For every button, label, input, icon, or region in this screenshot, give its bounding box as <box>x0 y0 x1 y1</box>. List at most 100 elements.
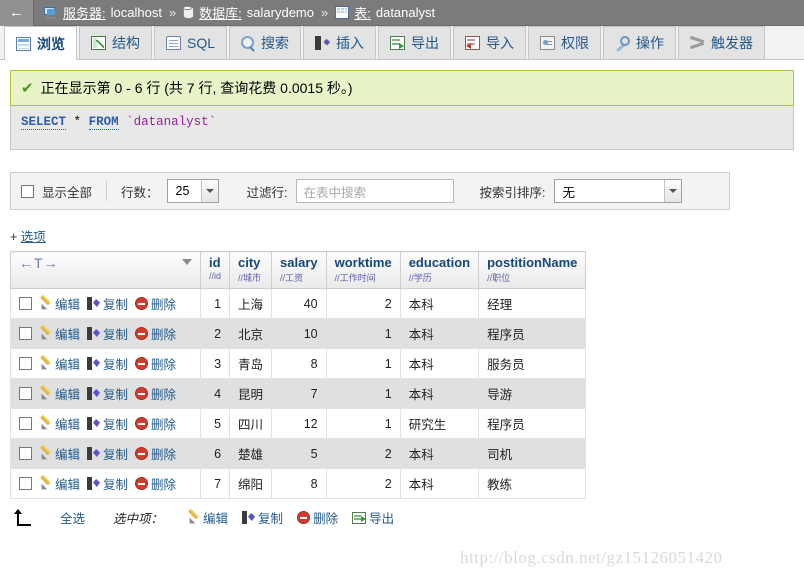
tab-operations[interactable]: 操作 <box>603 26 677 59</box>
cell-worktime[interactable]: 1 <box>325 408 401 439</box>
cell-salary[interactable]: 10 <box>271 318 327 349</box>
row-checkbox[interactable] <box>19 417 32 430</box>
cell-worktime[interactable]: 1 <box>325 378 401 409</box>
cell-postitionname[interactable]: 司机 <box>478 438 587 469</box>
chevron-down-icon-header[interactable] <box>182 259 192 265</box>
cell-city[interactable]: 绵阳 <box>229 468 273 499</box>
cell-postitionname[interactable]: 经理 <box>478 288 587 319</box>
cell-salary[interactable]: 7 <box>271 378 327 409</box>
row-checkbox[interactable] <box>19 477 32 490</box>
cell-postitionname[interactable]: 教练 <box>478 468 587 499</box>
column-header-postitionname[interactable]: postitionName //职位 <box>478 251 587 289</box>
row-action-delete[interactable]: 删除 <box>135 414 176 433</box>
row-action-delete[interactable]: 删除 <box>135 474 176 493</box>
cell-postitionname[interactable]: 服务员 <box>478 348 587 379</box>
cell-salary[interactable]: 5 <box>271 438 327 469</box>
tab-import[interactable]: 导入 <box>453 26 527 59</box>
breadcrumb-item-table[interactable]: 表: datanalyst <box>335 3 435 22</box>
column-header-salary[interactable]: salary //工资 <box>271 251 327 289</box>
footer-export-action[interactable]: 导出 <box>352 508 394 527</box>
row-action-edit[interactable]: 编辑 <box>39 414 80 433</box>
row-action-edit[interactable]: 编辑 <box>39 294 80 313</box>
row-action-edit[interactable]: 编辑 <box>39 444 80 463</box>
cell-education[interactable]: 本科 <box>399 348 480 379</box>
select-all-label[interactable]: 全选 <box>60 508 85 527</box>
row-checkbox[interactable] <box>19 297 32 310</box>
cell-worktime[interactable]: 1 <box>325 318 401 349</box>
row-checkbox[interactable] <box>19 387 32 400</box>
cell-education[interactable]: 研究生 <box>399 408 480 439</box>
row-checkbox[interactable] <box>19 447 32 460</box>
tab-export[interactable]: 导出 <box>378 26 452 59</box>
filter-input[interactable]: 在表中搜索 <box>295 179 454 203</box>
breadcrumb-item-server[interactable]: 服务器: localhost <box>44 3 162 22</box>
cell-id[interactable]: 5 <box>199 408 231 439</box>
row-checkbox[interactable] <box>19 357 32 370</box>
row-action-edit[interactable]: 编辑 <box>39 384 80 403</box>
cell-city[interactable]: 北京 <box>229 318 273 349</box>
sort-index-select[interactable]: 无 <box>553 179 682 203</box>
back-button[interactable]: ← <box>0 0 34 26</box>
tab-search[interactable]: 搜索 <box>229 26 302 59</box>
row-action-copy[interactable]: 复制 <box>87 384 128 403</box>
row-action-copy[interactable]: 复制 <box>87 354 128 373</box>
row-action-edit[interactable]: 编辑 <box>39 354 80 373</box>
row-action-copy[interactable]: 复制 <box>87 444 128 463</box>
row-action-copy[interactable]: 复制 <box>87 414 128 433</box>
select-all-arrow-icon[interactable] <box>14 508 32 527</box>
cell-education[interactable]: 本科 <box>399 288 480 319</box>
cell-salary[interactable]: 8 <box>271 468 327 499</box>
tab-privileges[interactable]: 权限 <box>528 26 602 59</box>
tab-sql[interactable]: SQL <box>154 26 228 59</box>
cell-salary[interactable]: 40 <box>271 288 327 319</box>
cell-city[interactable]: 青岛 <box>229 348 273 379</box>
row-action-copy[interactable]: 复制 <box>87 324 128 343</box>
tab-structure[interactable]: 结构 <box>79 26 152 59</box>
row-action-delete[interactable]: 删除 <box>135 354 176 373</box>
column-header-education[interactable]: education //学历 <box>399 251 480 289</box>
cell-postitionname[interactable]: 导游 <box>478 378 587 409</box>
cell-city[interactable]: 昆明 <box>229 378 273 409</box>
breadcrumb-item-database[interactable]: 数据库: salarydemo <box>183 3 314 22</box>
cell-worktime[interactable]: 2 <box>325 468 401 499</box>
sort-toggle-header[interactable]: ←T→ <box>10 251 201 289</box>
cell-city[interactable]: 上海 <box>229 288 273 319</box>
cell-id[interactable]: 3 <box>199 348 231 379</box>
cell-id[interactable]: 1 <box>199 288 231 319</box>
cell-city[interactable]: 四川 <box>229 408 273 439</box>
row-action-delete[interactable]: 删除 <box>135 294 176 313</box>
sql-query-box[interactable]: SELECT * FROM `datanalyst` <box>10 106 794 150</box>
column-header-city[interactable]: city //城市 <box>229 251 273 289</box>
tab-insert[interactable]: 插入 <box>303 26 377 59</box>
cell-education[interactable]: 本科 <box>399 438 480 469</box>
row-action-copy[interactable]: 复制 <box>87 474 128 493</box>
show-all-checkbox[interactable] <box>21 184 34 198</box>
row-action-edit[interactable]: 编辑 <box>39 474 80 493</box>
cell-worktime[interactable]: 2 <box>325 288 401 319</box>
cell-id[interactable]: 6 <box>199 438 231 469</box>
rows-select[interactable]: 25 <box>166 179 219 203</box>
row-action-edit[interactable]: 编辑 <box>39 324 80 343</box>
row-action-delete[interactable]: 删除 <box>135 324 176 343</box>
cell-city[interactable]: 楚雄 <box>229 438 273 469</box>
row-action-copy[interactable]: 复制 <box>87 294 128 313</box>
tab-triggers[interactable]: 触发器 <box>678 26 766 59</box>
cell-postitionname[interactable]: 程序员 <box>478 318 587 349</box>
row-action-delete[interactable]: 删除 <box>135 384 176 403</box>
footer-delete-action[interactable]: 删除 <box>297 508 338 527</box>
cell-id[interactable]: 4 <box>199 378 231 409</box>
cell-worktime[interactable]: 1 <box>325 348 401 379</box>
cell-salary[interactable]: 8 <box>271 348 327 379</box>
column-header-id[interactable]: id //id <box>199 251 231 289</box>
cell-id[interactable]: 2 <box>199 318 231 349</box>
column-header-worktime[interactable]: worktime //工作时间 <box>325 251 401 289</box>
cell-education[interactable]: 本科 <box>399 318 480 349</box>
footer-copy-action[interactable]: 复制 <box>242 508 283 527</box>
row-action-delete[interactable]: 删除 <box>135 444 176 463</box>
cell-education[interactable]: 本科 <box>399 468 480 499</box>
footer-edit-action[interactable]: 编辑 <box>187 508 228 527</box>
cell-education[interactable]: 本科 <box>399 378 480 409</box>
cell-postitionname[interactable]: 程序员 <box>478 408 587 439</box>
cell-id[interactable]: 7 <box>199 468 231 499</box>
cell-worktime[interactable]: 2 <box>325 438 401 469</box>
